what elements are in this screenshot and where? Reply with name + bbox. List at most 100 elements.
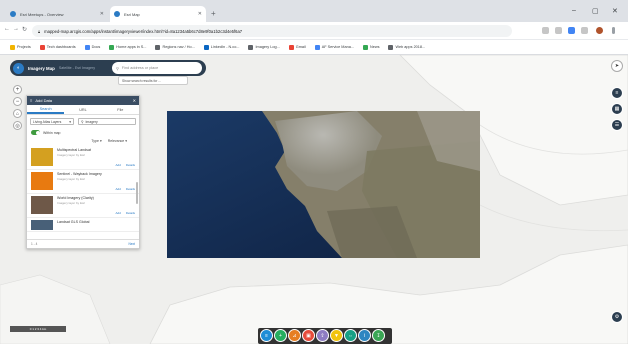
sort-filter[interactable]: Relevance ▾ (108, 139, 127, 143)
lock-icon: 🔒︎ (38, 28, 41, 34)
dock-filter-button[interactable]: ▼ (330, 329, 343, 342)
search-input[interactable]: ⚲ Find address or place (112, 62, 202, 74)
dock-share-button[interactable]: ⇪ (316, 329, 329, 342)
legend-button[interactable]: ☰ (611, 119, 623, 131)
scope-select[interactable]: Living Atlas Layers ▾ (30, 118, 74, 125)
details-link[interactable]: Details (126, 211, 135, 215)
browser-tab[interactable]: Esri Meetups - Overview ✕ (6, 6, 108, 22)
avatar[interactable] (596, 27, 603, 34)
share-icon[interactable] (542, 27, 549, 34)
filter-icon: ▼ (334, 332, 339, 339)
compass-button[interactable]: ➤ (611, 60, 623, 72)
next-page-link[interactable]: Next (128, 242, 135, 246)
home-button[interactable]: ⌂ (13, 109, 22, 118)
bookmark-folder-icon (10, 44, 15, 50)
app-title: Imagery Map (28, 65, 55, 71)
close-tab-icon[interactable]: ✕ (100, 11, 104, 17)
bookmark[interactable]: Home apps in S... (109, 44, 146, 50)
details-link[interactable]: Details (126, 163, 135, 167)
print-icon: ▣ (306, 332, 311, 339)
bookmark[interactable]: LinkedIn - N.co... (203, 44, 239, 50)
address-bar[interactable]: 🔒︎ mapped-map.arcgis.com/apps/instant/im… (32, 25, 512, 37)
menu-kebab-icon[interactable] (612, 27, 615, 34)
bookmark-favicon-icon (203, 44, 209, 50)
zoom-in-button[interactable]: + (13, 85, 22, 94)
plus-icon: + (15, 86, 20, 93)
minimize-icon[interactable]: – (572, 7, 576, 14)
window-close-icon[interactable]: ✕ (612, 7, 618, 15)
bookmark[interactable]: Imagery Log... (248, 44, 280, 50)
dock-info-button[interactable]: i (358, 329, 371, 342)
tab-search[interactable]: Search (27, 105, 65, 114)
map-view[interactable]: ◐ Imagery Map Satellite - Esri Imagery ⚲… (0, 55, 628, 344)
item-thumbnail (31, 196, 53, 214)
item-thumbnail (31, 148, 53, 166)
puzzle-icon[interactable] (581, 27, 588, 34)
bookmark-favicon-icon (248, 44, 254, 50)
satellite-imagery-layer (167, 111, 480, 258)
details-link[interactable]: Details (126, 187, 135, 191)
url-text: mapped-map.arcgis.com/apps/instant/image… (44, 28, 243, 34)
item-thumbnail (31, 220, 53, 230)
close-icon[interactable]: ✕ (133, 98, 136, 103)
panel-scope-row: Living Atlas Layers ▾ ⚲ Imagery (27, 115, 139, 125)
basemap-icon: ▦ (614, 106, 620, 112)
forward-icon[interactable]: → (13, 26, 19, 32)
list-item[interactable]: World Imagery (Clarity) Imagery layer by … (27, 194, 139, 218)
locate-icon: ◎ (15, 122, 20, 129)
locate-button[interactable]: ◎ (13, 121, 22, 130)
bookmark[interactable]: Gmail (288, 44, 306, 50)
settings-button[interactable]: ⚙︎ (611, 311, 623, 323)
bookmark[interactable]: Tech dashboards (39, 44, 76, 50)
basemap-button[interactable]: ▦ (611, 103, 623, 115)
panel-scrollbar[interactable] (136, 182, 138, 204)
dock-add-button[interactable]: + (274, 329, 287, 342)
type-filter[interactable]: Type ▾ (91, 139, 101, 143)
search-placeholder: Find address or place (121, 66, 159, 70)
gear-icon: ⚙︎ (614, 314, 620, 320)
dock-swipe-button[interactable]: ⇔ (344, 329, 357, 342)
add-button[interactable]: Add (115, 187, 120, 191)
dock-layers-button[interactable]: ≡ (260, 329, 273, 342)
layers-button[interactable]: ≡ (611, 87, 623, 99)
bookmark[interactable]: Projects (10, 44, 31, 50)
browser-tab-active[interactable]: Esri Map ✕ (110, 6, 206, 22)
dock-measure-button[interactable]: ⊿ (288, 329, 301, 342)
tab-file[interactable]: File (102, 105, 139, 114)
bookmark[interactable]: Web apps 2018... (388, 44, 425, 50)
zoom-out-button[interactable]: − (13, 97, 22, 106)
bookmark[interactable]: Docs (84, 44, 100, 50)
reload-icon[interactable]: ↻ (22, 26, 27, 33)
panel-title: Add Data (35, 98, 53, 103)
layers-icon: ≡ (615, 90, 619, 96)
app-logo-icon: ◐ (13, 62, 24, 74)
bookmark-favicon-icon (362, 44, 368, 50)
new-tab-icon[interactable]: + (211, 9, 216, 18)
bookmark[interactable]: News (362, 44, 379, 50)
extension-icon[interactable] (568, 27, 575, 34)
add-button[interactable]: Add (115, 163, 120, 167)
toggle-switch[interactable] (31, 130, 40, 135)
close-tab-icon[interactable]: ✕ (198, 11, 202, 17)
list-item[interactable]: Multispectral Landsat Imagery layer by Es… (27, 146, 139, 170)
filter-input[interactable]: ⚲ Imagery (78, 118, 136, 125)
address-bar-row: ← → ↻ 🔒︎ mapped-map.arcgis.com/apps/inst… (0, 22, 628, 40)
tab-title: Esri Meetups - Overview (20, 11, 64, 17)
back-icon[interactable]: ← (4, 26, 10, 32)
list-item[interactable]: Landsat GLS Global (27, 218, 139, 232)
add-button[interactable]: Add (115, 211, 120, 215)
tab-favicon-icon (114, 11, 120, 17)
swipe-icon: ⇔ (348, 332, 353, 339)
tab-url[interactable]: URL (64, 105, 101, 114)
bookmarks-bar: Projects Tech dashboards Docs Home apps … (0, 40, 628, 55)
within-map-toggle[interactable]: Within map (27, 125, 139, 135)
maximize-icon[interactable]: ▢ (592, 7, 599, 15)
bookmark-star-icon[interactable] (555, 27, 562, 34)
share-icon: ⇪ (320, 332, 325, 339)
bookmark[interactable]: AF Service Mana... (314, 44, 354, 50)
dock-export-button[interactable]: ↧ (372, 329, 385, 342)
list-item[interactable]: Sentinel - Wayback Imagery Imagery layer … (27, 170, 139, 194)
bookmark[interactable]: Regions nav / Ho... (155, 44, 195, 50)
dock-print-button[interactable]: ▣ (302, 329, 315, 342)
bookmark-favicon-icon (288, 44, 294, 50)
